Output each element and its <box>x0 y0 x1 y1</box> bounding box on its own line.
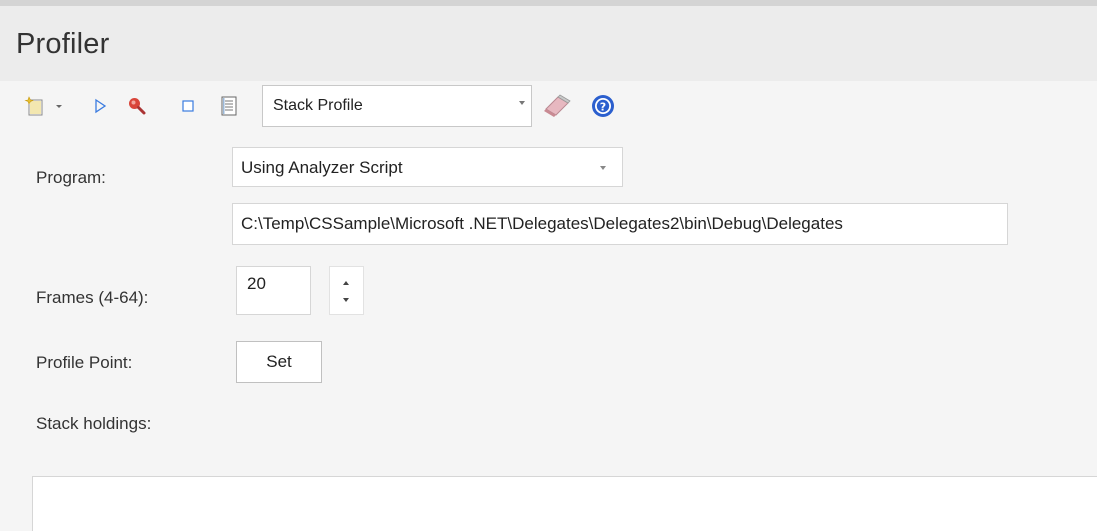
frames-label: Frames (4-64): <box>36 288 149 307</box>
stack-holdings-label: Stack holdings: <box>36 414 152 433</box>
report-icon[interactable] <box>218 91 240 121</box>
eraser-icon[interactable] <box>538 91 578 121</box>
program-path-input[interactable] <box>232 203 1008 245</box>
stop-icon[interactable] <box>178 91 198 121</box>
svg-text:?: ? <box>600 101 606 114</box>
profile-type-select[interactable]: Stack Profile <box>262 85 532 127</box>
play-icon[interactable] <box>90 91 110 121</box>
program-select[interactable]: Using Analyzer Script <box>232 147 623 187</box>
new-item-icon[interactable] <box>22 91 48 121</box>
profile-point-label: Profile Point: <box>36 353 133 372</box>
title-bar: Profiler <box>0 6 1097 81</box>
chevron-down-icon[interactable] <box>600 166 606 170</box>
toolbar: ? <box>0 81 1097 131</box>
spin-down-icon[interactable] <box>343 298 349 302</box>
profile-type-value: Stack Profile <box>273 97 363 114</box>
program-select-value: Using Analyzer Script <box>241 158 403 177</box>
stack-holdings-list[interactable] <box>32 476 1097 531</box>
dropdown-arrow-icon[interactable] <box>52 91 66 121</box>
help-icon[interactable]: ? <box>588 91 618 121</box>
set-profile-point-button[interactable]: Set <box>236 341 322 383</box>
spin-up-icon[interactable] <box>343 281 349 285</box>
program-label: Program: <box>36 168 106 187</box>
window-title: Profiler <box>16 28 110 60</box>
frames-spinner[interactable] <box>329 266 364 315</box>
search-icon[interactable] <box>124 91 150 121</box>
chevron-down-icon[interactable] <box>519 101 525 105</box>
frames-input[interactable] <box>236 266 311 315</box>
